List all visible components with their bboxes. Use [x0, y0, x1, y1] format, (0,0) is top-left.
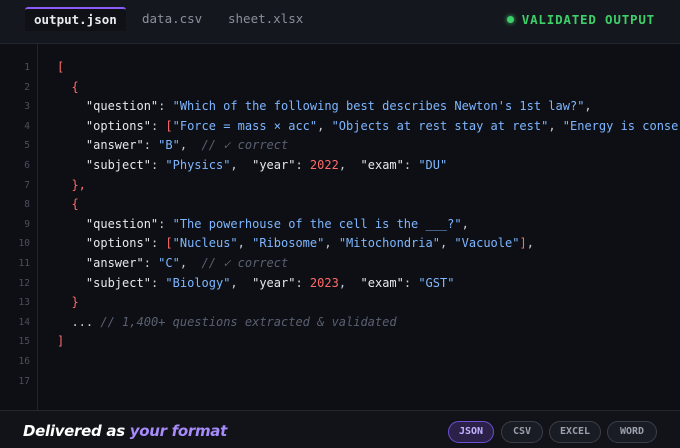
code-comment: // ✓ correct: [201, 138, 289, 153]
code-comment: // ✓ correct: [201, 256, 289, 270]
tagline-prefix: Delivered as: [23, 422, 130, 440]
code-line: }: [57, 293, 79, 313]
code-line: {: [57, 78, 79, 98]
json-key: "options": [85, 236, 151, 251]
tab-data-csv[interactable]: data.csv: [133, 8, 211, 30]
line-number: 9: [24, 218, 30, 230]
line-number: 7: [24, 179, 30, 191]
json-key: "year": [252, 275, 296, 290]
json-string: "DU": [418, 158, 448, 172]
json-string: "Energy is conserved": [562, 118, 680, 133]
json-string: "Ribosome": [252, 236, 325, 251]
json-key: "answer": [85, 256, 144, 270]
code-line: [: [57, 58, 64, 78]
code-line: },: [57, 176, 86, 196]
json-key: "answer": [85, 138, 144, 153]
validation-status: VALIDATED OUTPUT: [506, 12, 655, 28]
json-string: "C": [158, 256, 180, 270]
code-comment: // 1,400+ questions extracted & validate…: [100, 314, 397, 329]
tagline: Delivered as your format: [23, 422, 227, 440]
line-number: 6: [24, 160, 30, 171]
code-line: "subject": "Biology", "year": 2023, "exa…: [85, 275, 455, 290]
json-string: "The powerhouse of the cell is the ___?": [172, 216, 462, 231]
tab-bar: output.json data.csv sheet.xlsx VALIDATE…: [0, 0, 680, 44]
line-number: 3: [24, 101, 30, 113]
code-line: "options": ["Force = mass × acc", "Objec…: [57, 117, 680, 137]
status-label: VALIDATED OUTPUT: [521, 12, 655, 27]
object-close-brace: },: [71, 177, 86, 192]
array-close-bracket: ]: [57, 334, 65, 349]
object-open-brace: {: [71, 197, 79, 212]
line-number-gutter: 1 2 3 4 5 6 7 8 9 10 11 12 13 14 15 16 1…: [0, 44, 38, 410]
line-number: 13: [18, 297, 30, 309]
status-dot-icon: [506, 16, 514, 23]
tagline-accent: your format: [129, 422, 228, 440]
json-string: "Which of the following best describes N…: [172, 99, 585, 114]
object-open-brace: {: [71, 79, 79, 94]
code-line: ... // 1,400+ questions extracted & vali…: [57, 313, 397, 333]
code-line: {: [57, 195, 79, 215]
format-json-button[interactable]: JSON: [448, 421, 494, 443]
json-key: "exam": [360, 275, 404, 290]
ellipsis: ...: [71, 314, 94, 329]
json-number: 2022: [309, 158, 339, 172]
line-number: 4: [24, 120, 30, 132]
code-editor[interactable]: 1 2 3 4 5 6 7 8 9 10 11 12 13 14 15 16 1…: [0, 44, 680, 410]
line-number: 5: [24, 140, 30, 152]
line-number: 17: [18, 375, 30, 387]
code-line: "answer": "C", // ✓ correct: [85, 256, 289, 270]
json-string: "Physics": [165, 158, 231, 172]
object-close-brace: }: [71, 295, 79, 310]
array-open-bracket: [: [57, 60, 65, 74]
json-string: "Biology": [165, 275, 231, 290]
line-number: 11: [18, 258, 30, 269]
json-string: "GST": [418, 275, 455, 290]
tab-sheet-xlsx[interactable]: sheet.xlsx: [219, 8, 312, 30]
code-line: "options": ["Nucleus", "Ribosome", "Mito…: [85, 236, 534, 251]
line-number: 14: [18, 316, 30, 328]
json-key: "options": [85, 118, 151, 133]
json-string: "B": [158, 138, 180, 153]
json-string: "Vacuole": [454, 236, 520, 251]
json-key: "question": [85, 99, 159, 114]
line-number: 15: [18, 336, 30, 348]
format-csv-button[interactable]: CSV: [501, 421, 543, 443]
line-number: 2: [24, 81, 30, 93]
code-line: "question": "Which of the following best…: [85, 99, 592, 114]
json-string: "Mitochondria": [338, 236, 440, 251]
json-string: "Objects at rest stay at rest": [331, 118, 549, 133]
json-key: "question": [85, 216, 159, 231]
line-number: 16: [18, 356, 30, 367]
format-word-button[interactable]: WORD: [607, 421, 657, 443]
json-string: "Nucleus": [172, 236, 238, 251]
footer-bar: Delivered as your format JSON CSV EXCEL …: [0, 410, 680, 448]
line-number: 8: [24, 199, 30, 211]
code-line: ]: [57, 332, 64, 352]
line-number: 10: [18, 238, 30, 250]
json-key: "year": [252, 158, 296, 172]
line-number: 1: [24, 62, 30, 73]
line-number: 12: [18, 277, 30, 289]
format-excel-button[interactable]: EXCEL: [549, 421, 601, 443]
tab-output-json[interactable]: output.json: [25, 7, 126, 31]
json-key: "exam": [360, 158, 404, 172]
json-key: "subject": [85, 275, 151, 290]
code-line: "answer": "B", // ✓ correct: [85, 138, 289, 153]
code-line: "subject": "Physics", "year": 2022, "exa…: [85, 158, 448, 172]
json-key: "subject": [85, 158, 151, 172]
code-line: "question": "The powerhouse of the cell …: [85, 216, 469, 231]
json-string: "Force = mass × acc": [172, 118, 318, 133]
json-number: 2023: [309, 275, 339, 290]
